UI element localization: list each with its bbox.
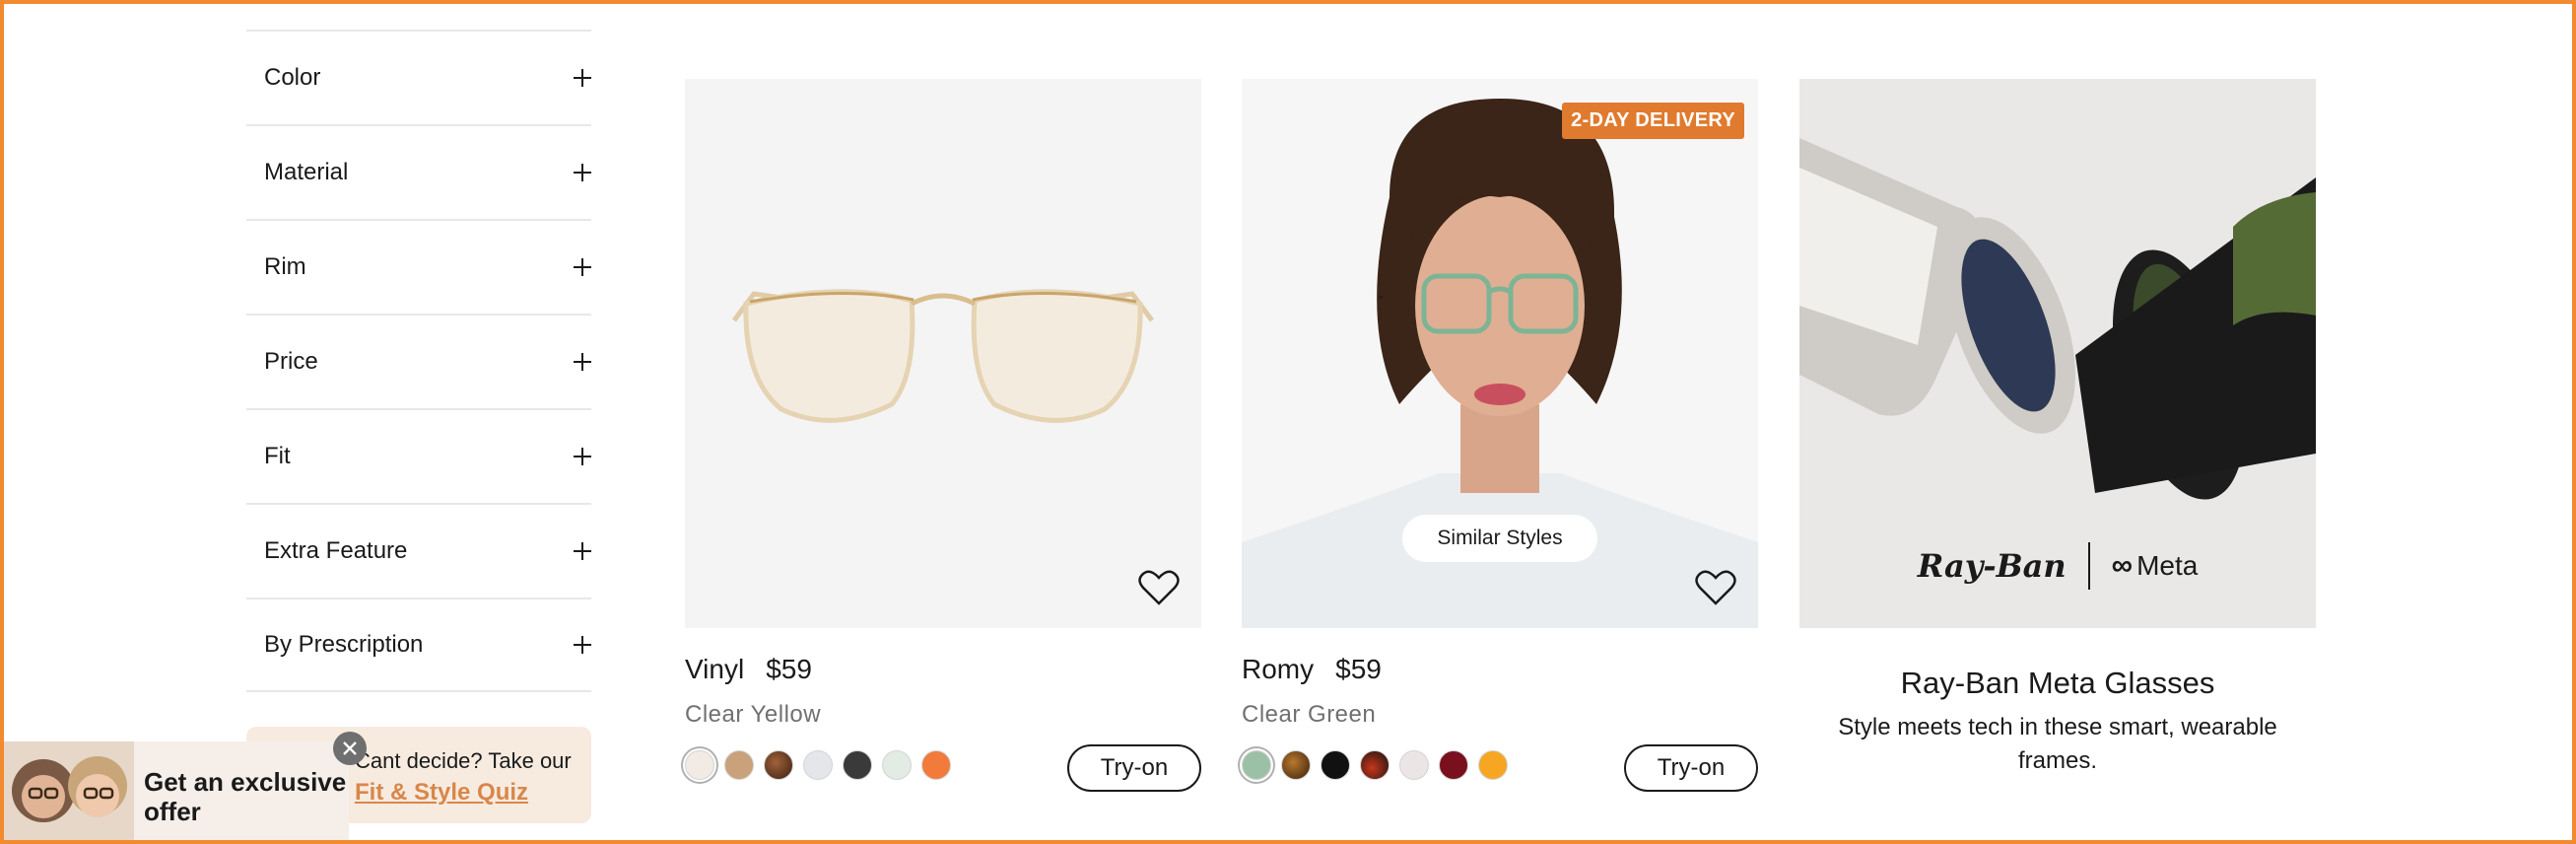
product-name[interactable]: Romy (1242, 654, 1314, 685)
filter-label: Extra Feature (264, 537, 408, 564)
filter-rim[interactable]: Rim (246, 219, 591, 314)
plus-icon[interactable] (574, 542, 591, 560)
promo-subtitle: Style meets tech in these smart, wearabl… (1838, 714, 2277, 774)
exclusive-offer-banner[interactable]: Get an exclusive offer (4, 741, 349, 840)
color-swatch[interactable] (685, 750, 714, 780)
filter-fit[interactable]: Fit (246, 408, 591, 503)
try-on-button[interactable]: Try-on (1624, 744, 1758, 792)
quiz-link[interactable]: Fit & Style Quiz (355, 776, 591, 809)
color-swatch[interactable] (1360, 750, 1390, 780)
delivery-badge: 2-DAY DELIVERY (1562, 103, 1744, 139)
plus-icon[interactable] (574, 69, 591, 87)
brand-divider (2087, 542, 2090, 590)
filter-label: Price (264, 348, 318, 375)
product-name-row: Vinyl $59 (685, 650, 1201, 689)
filter-sidebar: Color Material Rim Price Fit Extra Featu… (246, 30, 591, 692)
product-price: $59 (766, 654, 812, 684)
offer-models-image (4, 741, 134, 840)
quiz-prompt: Cant decide? Take our (355, 748, 572, 773)
infinity-icon: ∞ (2111, 549, 2134, 582)
filter-color[interactable]: Color (246, 30, 591, 124)
color-swatch[interactable] (1321, 750, 1350, 780)
close-icon (343, 741, 357, 755)
filter-by-prescription[interactable]: By Prescription (246, 598, 591, 692)
product-image[interactable] (685, 79, 1201, 628)
color-swatch[interactable] (1242, 750, 1271, 780)
filter-label: Rim (264, 253, 306, 280)
color-swatch[interactable] (1478, 750, 1508, 780)
plus-icon[interactable] (574, 353, 591, 371)
meta-logo-text: Meta (2136, 550, 2199, 581)
filter-price[interactable]: Price (246, 314, 591, 408)
promo-title[interactable]: Ray-Ban Meta Glasses (1799, 666, 2316, 701)
promo-image[interactable]: Ray-Ban ∞ Meta (1799, 79, 2316, 628)
color-swatch[interactable] (764, 750, 793, 780)
brand-lockup: Ray-Ban ∞ Meta (1799, 542, 2316, 590)
filter-extra-feature[interactable]: Extra Feature (246, 503, 591, 598)
swatch-row: Try-on (1242, 744, 1758, 792)
favorite-heart-icon[interactable] (1138, 569, 1180, 606)
offer-line-1: Get an exclusive (144, 767, 347, 797)
product-image[interactable]: 2-DAY DELIVERY Similar Styles (1242, 79, 1758, 628)
try-on-button[interactable]: Try-on (1067, 744, 1201, 792)
plus-icon[interactable] (574, 258, 591, 276)
close-offer-button[interactable] (333, 732, 367, 765)
color-swatch[interactable] (803, 750, 833, 780)
color-swatch[interactable] (882, 750, 912, 780)
color-swatch[interactable] (921, 750, 951, 780)
product-name-row: Romy $59 (1242, 650, 1758, 689)
meta-logo: ∞ Meta (2112, 549, 2199, 583)
plus-icon[interactable] (574, 636, 591, 654)
similar-styles-button[interactable]: Similar Styles (1402, 515, 1597, 562)
rayban-logo: Ray-Ban (1917, 547, 2067, 585)
filter-material[interactable]: Material (246, 124, 591, 219)
product-price: $59 (1335, 654, 1382, 684)
color-swatch[interactable] (1281, 750, 1311, 780)
filter-label: Color (264, 64, 321, 91)
product-color-name: Clear Green (1242, 701, 1377, 728)
offer-line-2: offer (144, 797, 201, 826)
glasses-image (731, 289, 1155, 423)
product-color-name: Clear Yellow (685, 701, 822, 728)
filter-label: By Prescription (264, 631, 424, 658)
promo-card-rayban-meta[interactable]: Ray-Ban ∞ Meta Ray-Ban Meta Glasses Styl… (1799, 79, 2316, 778)
offer-text: Get an exclusive offer (144, 767, 346, 826)
plus-icon[interactable] (574, 448, 591, 465)
filter-label: Material (264, 159, 349, 185)
product-name[interactable]: Vinyl (685, 654, 744, 685)
color-swatch[interactable] (843, 750, 872, 780)
product-card-vinyl[interactable]: Vinyl $59 Clear Yellow Try-on (685, 79, 1201, 792)
filter-label: Fit (264, 443, 291, 469)
color-swatch[interactable] (1439, 750, 1468, 780)
color-swatch[interactable] (724, 750, 754, 780)
plus-icon[interactable] (574, 164, 591, 181)
color-swatch[interactable] (1399, 750, 1429, 780)
product-card-romy[interactable]: 2-DAY DELIVERY Similar Styles Romy $59 C… (1242, 79, 1758, 792)
favorite-heart-icon[interactable] (1695, 569, 1736, 606)
swatch-row: Try-on (685, 744, 1201, 792)
offer-photo (4, 741, 134, 840)
